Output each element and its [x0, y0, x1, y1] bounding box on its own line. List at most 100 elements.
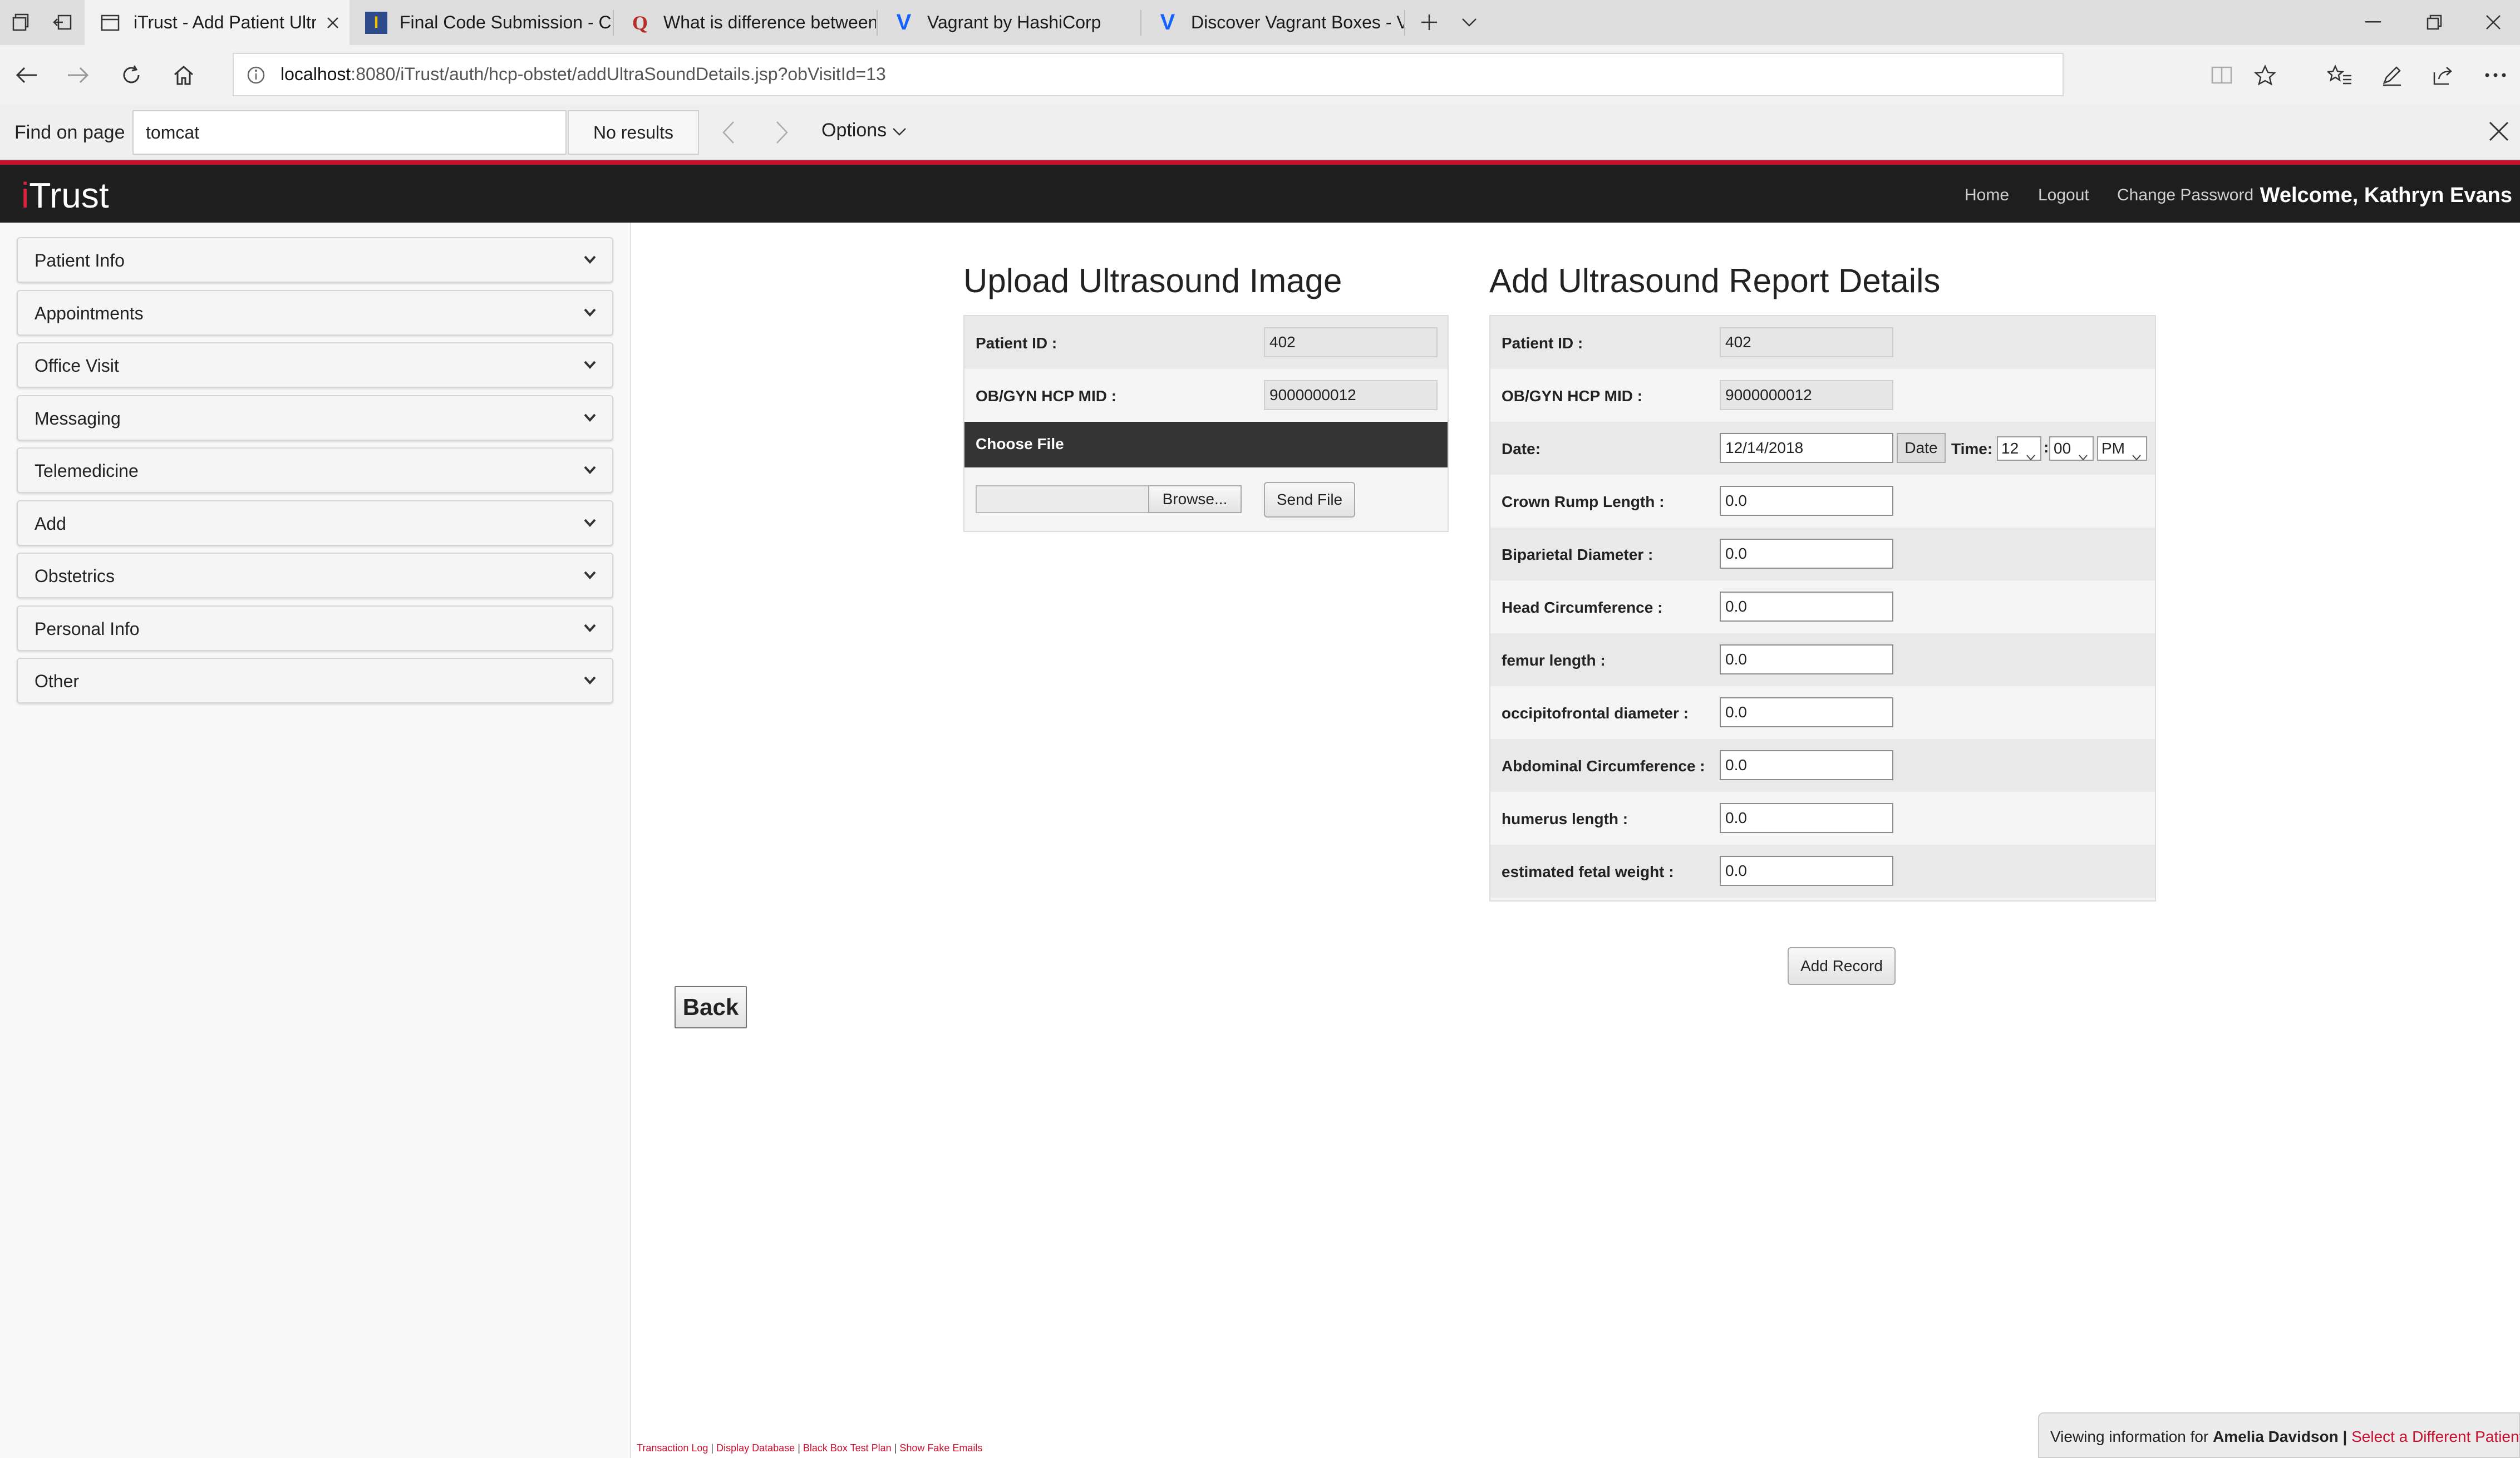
show-fake-emails-link[interactable]: Show Fake Emails [899, 1442, 982, 1454]
sidebar-item-label: Office Visit [35, 356, 119, 376]
date-picker-button[interactable]: Date [1897, 433, 1946, 463]
time-ampm-select[interactable]: PM [2097, 436, 2147, 461]
sidebar-item-personal-info[interactable]: Personal Info [17, 605, 613, 651]
send-file-button[interactable]: Send File [1264, 482, 1355, 518]
forward-nav-icon[interactable] [62, 60, 93, 91]
estimated-fetal-weight-input[interactable]: 0.0 [1720, 856, 1893, 886]
favorite-star-icon[interactable] [2250, 60, 2281, 91]
tab-quora[interactable]: Q What is difference between [614, 0, 876, 45]
home-link[interactable]: Home [1965, 186, 2009, 205]
black-box-test-plan-link[interactable]: Black Box Test Plan [803, 1442, 892, 1454]
add-record-button[interactable]: Add Record [1788, 947, 1896, 985]
reading-view-icon[interactable] [2206, 60, 2237, 91]
date-input[interactable]: 12/14/2018 [1720, 433, 1893, 463]
sidebar-item-obstetrics[interactable]: Obstetrics [17, 553, 613, 598]
tab-actions-icon[interactable] [6, 7, 37, 38]
file-path-input[interactable] [976, 485, 1154, 513]
close-tab-icon[interactable] [316, 6, 350, 40]
upload-section-title: Upload Ultrasound Image [963, 262, 1342, 299]
time-hour-select[interactable]: 12 [1997, 436, 2041, 461]
chevron-down-icon [2078, 445, 2088, 461]
viewing-patient-name: Amelia Davidson [2213, 1428, 2339, 1445]
field-label: estimated fetal weight : [1502, 863, 1674, 880]
find-results-count: No results [568, 110, 699, 155]
crown-rump-length-row: Crown Rump Length : 0.0 [1490, 475, 2155, 528]
selected-value: 12 [2001, 440, 2019, 457]
sidebar-item-office-visit[interactable]: Office Visit [17, 342, 613, 388]
set-tabs-aside-icon[interactable] [47, 7, 78, 38]
tab-label: Discover Vagrant Boxes - Va [1191, 12, 1404, 32]
tab-discover-vagrant-boxes[interactable]: V Discover Vagrant Boxes - Va [1142, 0, 1404, 45]
display-database-link[interactable]: Display Database [716, 1442, 795, 1454]
selected-value: PM [2101, 440, 2125, 457]
time-label: Time: [1951, 440, 1993, 457]
new-tab-icon[interactable] [1414, 7, 1445, 38]
browser-tab-bar: iTrust - Add Patient Ultr I Final Code S… [0, 0, 2520, 45]
viewing-patient-box: Viewing information for Amelia Davidson … [2038, 1412, 2520, 1458]
home-icon[interactable] [168, 60, 199, 91]
select-different-patient-link[interactable]: Select a Different Patient [2351, 1428, 2520, 1445]
minimize-icon[interactable] [2357, 7, 2389, 38]
refresh-icon[interactable] [116, 60, 147, 91]
find-options-button[interactable]: Options [821, 120, 907, 141]
share-icon[interactable] [2428, 60, 2459, 91]
find-previous-icon[interactable] [721, 120, 736, 147]
sidebar-item-label: Patient Info [35, 250, 125, 270]
change-password-link[interactable]: Change Password [2117, 186, 2253, 205]
web-note-pen-icon[interactable] [2376, 60, 2408, 91]
humerus-length-input[interactable]: 0.0 [1720, 803, 1893, 833]
field-label: humerus length : [1502, 810, 1628, 827]
biparietal-diameter-input[interactable]: 0.0 [1720, 539, 1893, 569]
find-input[interactable]: tomcat [132, 110, 567, 155]
caret-down-icon [582, 253, 598, 266]
caret-down-icon [582, 568, 598, 582]
tab-itrust[interactable]: iTrust - Add Patient Ultr [85, 0, 350, 45]
transaction-log-link[interactable]: Transaction Log [637, 1442, 708, 1454]
tab-label: Final Code Submission - CS [400, 12, 612, 32]
head-circumference-input[interactable]: 0.0 [1720, 592, 1893, 622]
footer-links: Transaction Log | Display Database | Bla… [637, 1442, 983, 1454]
favorites-hub-icon[interactable] [2324, 60, 2355, 91]
site-info-icon[interactable] [246, 65, 266, 88]
browser-toolbar: localhost:8080/iTrust/auth/hcp-obstet/ad… [0, 45, 2520, 105]
sidebar-item-telemedicine[interactable]: Telemedicine [17, 447, 613, 493]
browse-button[interactable]: Browse... [1148, 485, 1242, 513]
field-label: Abdominal Circumference : [1502, 757, 1705, 775]
choose-file-label: Choose File [976, 435, 1064, 452]
tab-label: What is difference between [663, 12, 876, 32]
find-label: Find on page [14, 122, 125, 143]
field-label: Patient ID : [1502, 334, 1583, 352]
abdominal-circumference-input[interactable]: 0.0 [1720, 750, 1893, 780]
sidebar-item-add[interactable]: Add [17, 500, 613, 546]
field-label: femur length : [1502, 652, 1606, 669]
find-next-icon[interactable] [775, 120, 789, 147]
restore-icon[interactable] [2419, 7, 2450, 38]
field-label: OB/GYN HCP MID : [976, 387, 1117, 405]
crown-rump-length-input[interactable]: 0.0 [1720, 486, 1893, 516]
logout-link[interactable]: Logout [2038, 186, 2089, 205]
femur-length-input[interactable]: 0.0 [1720, 644, 1893, 674]
tab-label: iTrust - Add Patient Ultr [134, 12, 316, 32]
back-button[interactable]: Back [675, 986, 747, 1028]
time-separator: : [2044, 439, 2049, 456]
more-options-icon[interactable] [2480, 60, 2511, 91]
sidebar-item-other[interactable]: Other [17, 658, 613, 703]
tab-vagrant-hashicorp[interactable]: V Vagrant by HashiCorp [878, 0, 1140, 45]
occipitofrontal-diameter-input[interactable]: 0.0 [1720, 697, 1893, 727]
sidebar-item-appointments[interactable]: Appointments [17, 290, 613, 336]
tab-preview-chevron-icon[interactable] [1454, 7, 1485, 38]
sidebar-item-messaging[interactable]: Messaging [17, 395, 613, 441]
field-label: Date: [1502, 440, 1541, 457]
time-minute-select[interactable]: 00 [2049, 436, 2094, 461]
itrust-logo[interactable]: iTrust [21, 175, 109, 216]
address-bar[interactable]: localhost:8080/iTrust/auth/hcp-obstet/ad… [233, 53, 2064, 96]
quora-icon: Q [632, 11, 648, 34]
sidebar-item-patient-info[interactable]: Patient Info [17, 237, 613, 283]
close-find-icon[interactable] [2488, 120, 2510, 145]
close-window-icon[interactable] [2478, 7, 2509, 38]
caret-down-icon [582, 463, 598, 476]
tab-final-code-submission[interactable]: I Final Code Submission - CS [351, 0, 612, 45]
back-nav-icon[interactable] [11, 60, 42, 91]
sidebar-item-label: Obstetrics [35, 566, 115, 586]
upload-patient-id-row: Patient ID : 402 [964, 316, 1448, 369]
